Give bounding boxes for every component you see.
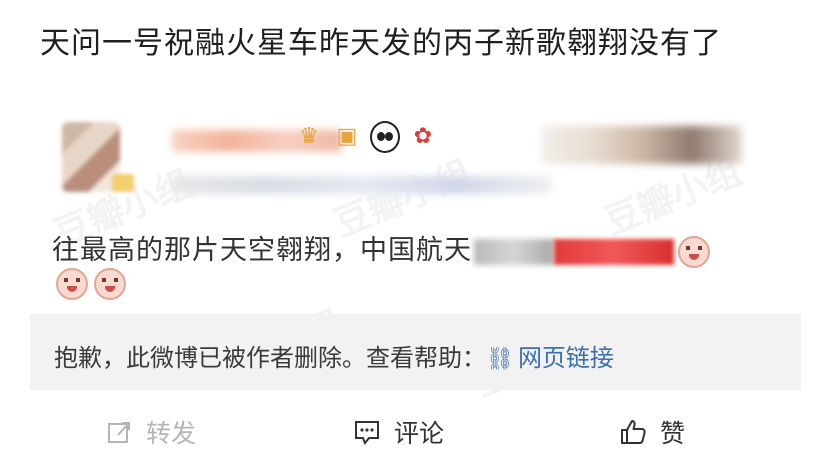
web-link-label: 网页链接 xyxy=(517,344,614,372)
repost-button[interactable]: 转发 xyxy=(104,414,196,450)
headline-title: 天问一号祝融火星车昨天发的丙子新歌翱翔没有了 xyxy=(40,26,722,61)
gift-icon: ✿ xyxy=(413,124,433,149)
action-bar: 转发 评论 赞 xyxy=(0,410,831,454)
post-header: ♛ ▣ ✿ xyxy=(62,121,762,212)
like-button[interactable]: 赞 xyxy=(618,414,685,450)
post-body: 往最高的那片天空翱翔，中国航天 xyxy=(52,228,710,268)
follow-area-redacted[interactable] xyxy=(542,126,742,164)
comment-icon xyxy=(352,417,382,447)
redacted-red-text xyxy=(554,238,674,265)
repost-label: 转发 xyxy=(146,419,197,448)
face-emoji-icon xyxy=(56,268,88,300)
face-emoji-icon xyxy=(678,235,710,268)
verified-badge-icon xyxy=(112,174,134,192)
web-link[interactable]: ⛓ 网页链接 xyxy=(486,344,614,372)
redacted-text xyxy=(474,238,554,265)
cake-icon: ▣ xyxy=(336,124,358,149)
panda-icon xyxy=(370,121,400,153)
face-emoji-icon xyxy=(94,268,126,300)
deleted-notice-text: 抱歉，此微博已被作者删除。查看帮助：⛓ 网页链接 xyxy=(54,338,614,373)
like-label: 赞 xyxy=(660,419,686,448)
comment-label: 评论 xyxy=(394,419,445,448)
comment-button[interactable]: 评论 xyxy=(352,414,444,450)
post-meta-redacted xyxy=(172,176,552,194)
deleted-message: 抱歉，此微博已被作者删除。查看帮助： xyxy=(54,344,486,372)
post-text: 往最高的那片天空翱翔，中国航天 xyxy=(52,235,472,266)
crown-icon: ♛ xyxy=(299,124,319,149)
link-icon: ⛓ xyxy=(486,347,514,372)
repost-icon xyxy=(104,417,134,447)
emoji-row xyxy=(52,268,126,300)
user-badges: ♛ ▣ ✿ xyxy=(294,121,438,153)
deleted-notice: 抱歉，此微博已被作者删除。查看帮助：⛓ 网页链接 xyxy=(30,314,801,390)
thumbs-up-icon xyxy=(618,417,648,447)
